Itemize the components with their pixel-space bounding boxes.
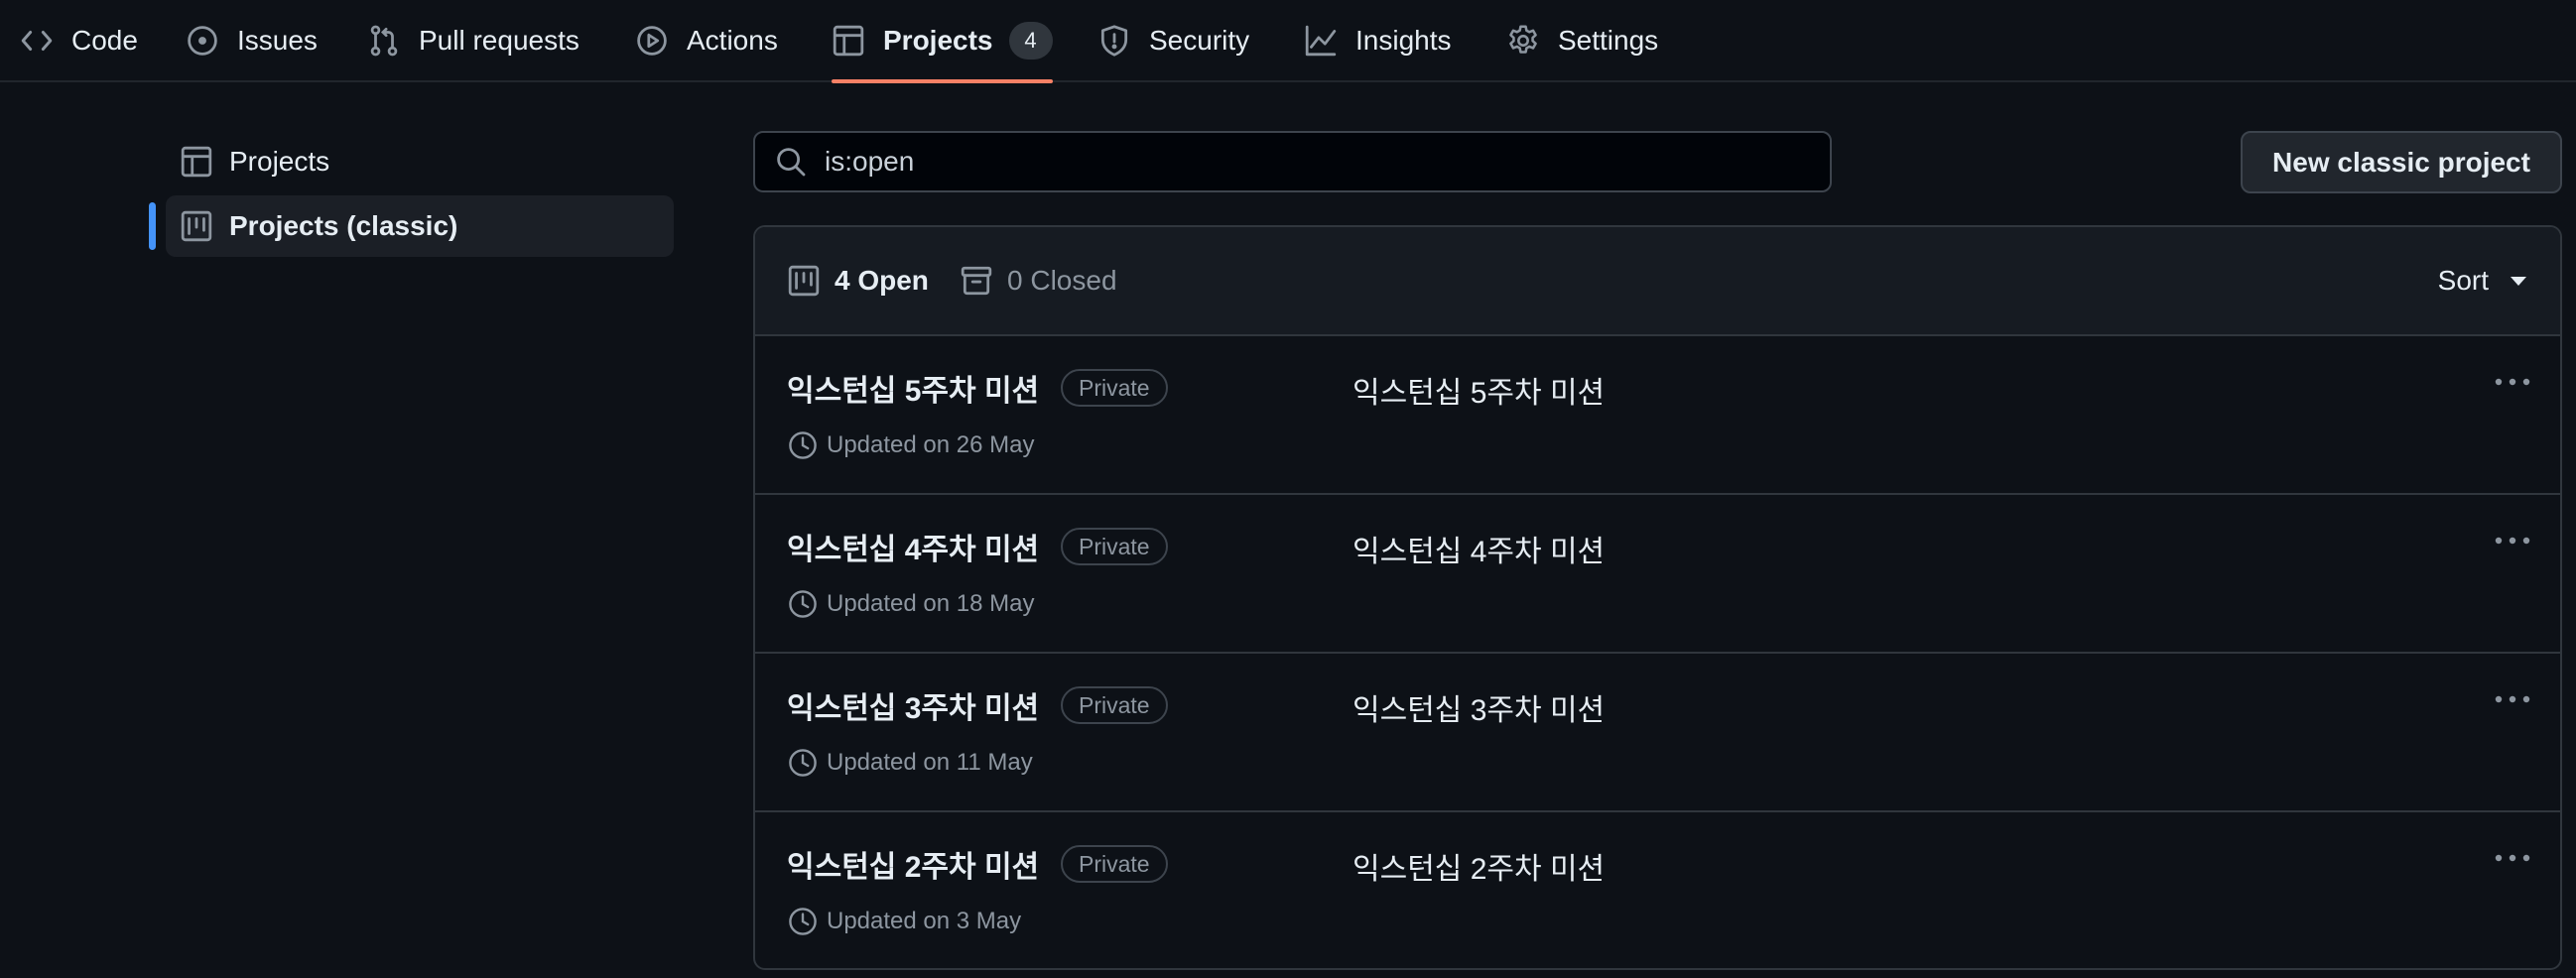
project-description: 익스턴십 5주차 미션 [1352,377,1606,410]
search-box[interactable] [753,131,1832,192]
kebab-menu-icon[interactable] [2493,846,2532,870]
list-item: 익스턴십 3주차 미션 Private Updated on 11 May 익스… [755,654,2560,812]
code-icon [20,24,54,58]
search-icon [775,146,807,178]
table-icon [832,24,865,58]
updated-text: Updated on 11 May [827,749,1033,776]
list-item: 익스턴십 5주차 미션 Private Updated on 26 May 익스… [755,336,2560,495]
sort-label: Sort [2437,265,2489,296]
sidebar-item-label: Projects (classic) [229,210,458,241]
projects-counter: 4 [1008,22,1053,60]
visibility-badge: Private [1061,845,1168,883]
updated-text: Updated on 18 May [827,590,1035,617]
visibility-badge: Private [1061,369,1168,407]
git-pull-request-icon [367,24,401,58]
list-header: 4 Open 0 Closed Sort [755,227,2560,336]
tab-label: Pull requests [419,25,580,56]
tab-pull-requests[interactable]: Pull requests [367,0,580,81]
tab-insights[interactable]: Insights [1304,0,1452,81]
tab-label: Issues [237,25,318,56]
updated-info: Updated on 26 May [787,429,1034,461]
clock-icon [787,588,819,620]
clock-icon [787,906,819,937]
updated-info: Updated on 11 May [787,747,1033,779]
sidebar-item-projects[interactable]: Projects [166,131,674,192]
sidebar-item-projects-classic[interactable]: Projects (classic) [166,195,674,257]
clock-icon [787,747,819,779]
visibility-badge: Private [1061,528,1168,565]
project-title[interactable]: 익스턴십 4주차 미션 [787,525,1039,568]
project-description: 익스턴십 4주차 미션 [1352,536,1606,568]
tab-label: Settings [1558,25,1659,56]
active-item-marker [149,202,156,250]
list-item: 익스턴십 2주차 미션 Private Updated on 3 May 익스턴… [755,812,2560,968]
search-input[interactable] [823,145,1720,179]
open-count: 4 Open [835,265,929,296]
project-title[interactable]: 익스턴십 3주차 미션 [787,683,1039,727]
updated-text: Updated on 26 May [827,431,1035,458]
open-filter[interactable]: 4 Open [787,227,929,334]
list-item: 익스턴십 4주차 미션 Private Updated on 18 May 익스… [755,495,2560,654]
clock-icon [787,429,819,461]
shield-icon [1097,24,1131,58]
tab-label: Projects [883,25,993,56]
new-classic-project-button[interactable]: New classic project [2241,131,2562,193]
sort-dropdown[interactable]: Sort [2438,227,2526,334]
project-title[interactable]: 익스턴십 2주차 미션 [787,842,1039,886]
tab-security[interactable]: Security [1097,0,1249,81]
updated-text: Updated on 3 May [827,908,1022,934]
kebab-menu-icon[interactable] [2493,370,2532,394]
tab-actions[interactable]: Actions [635,0,778,81]
tab-label: Security [1149,25,1250,56]
archive-icon [960,264,993,298]
tab-issues[interactable]: Issues [186,0,318,81]
updated-info: Updated on 18 May [787,588,1034,620]
play-icon [635,24,669,58]
kebab-menu-icon[interactable] [2493,687,2532,711]
gear-icon [1506,24,1540,58]
projects-list: 4 Open 0 Closed Sort 익스턴십 5주차 미션 Private… [753,225,2562,970]
caret-down-icon [2511,276,2526,286]
table-icon [180,145,213,179]
visibility-badge: Private [1061,686,1168,724]
tab-code[interactable]: Code [20,0,138,81]
sidebar-item-label: Projects [229,146,330,177]
tab-projects[interactable]: Projects 4 [832,0,1053,83]
tab-label: Insights [1355,25,1452,56]
project-classic-icon [787,264,821,298]
project-title[interactable]: 익스턴십 5주차 미션 [787,366,1039,410]
project-description: 익스턴십 3주차 미션 [1352,694,1606,727]
tab-settings[interactable]: Settings [1506,0,1658,81]
tab-label: Code [71,25,138,56]
kebab-menu-icon[interactable] [2493,529,2532,552]
issue-opened-icon [186,24,219,58]
closed-filter[interactable]: 0 Closed [960,227,1117,334]
project-classic-icon [180,209,213,243]
closed-count: 0 Closed [1007,265,1117,296]
updated-info: Updated on 3 May [787,906,1021,937]
graph-icon [1304,24,1338,58]
tab-label: Actions [687,25,778,56]
project-description: 익스턴십 2주차 미션 [1352,853,1606,886]
repo-nav: Code Issues Pull requests Actions Projec… [0,0,2576,83]
